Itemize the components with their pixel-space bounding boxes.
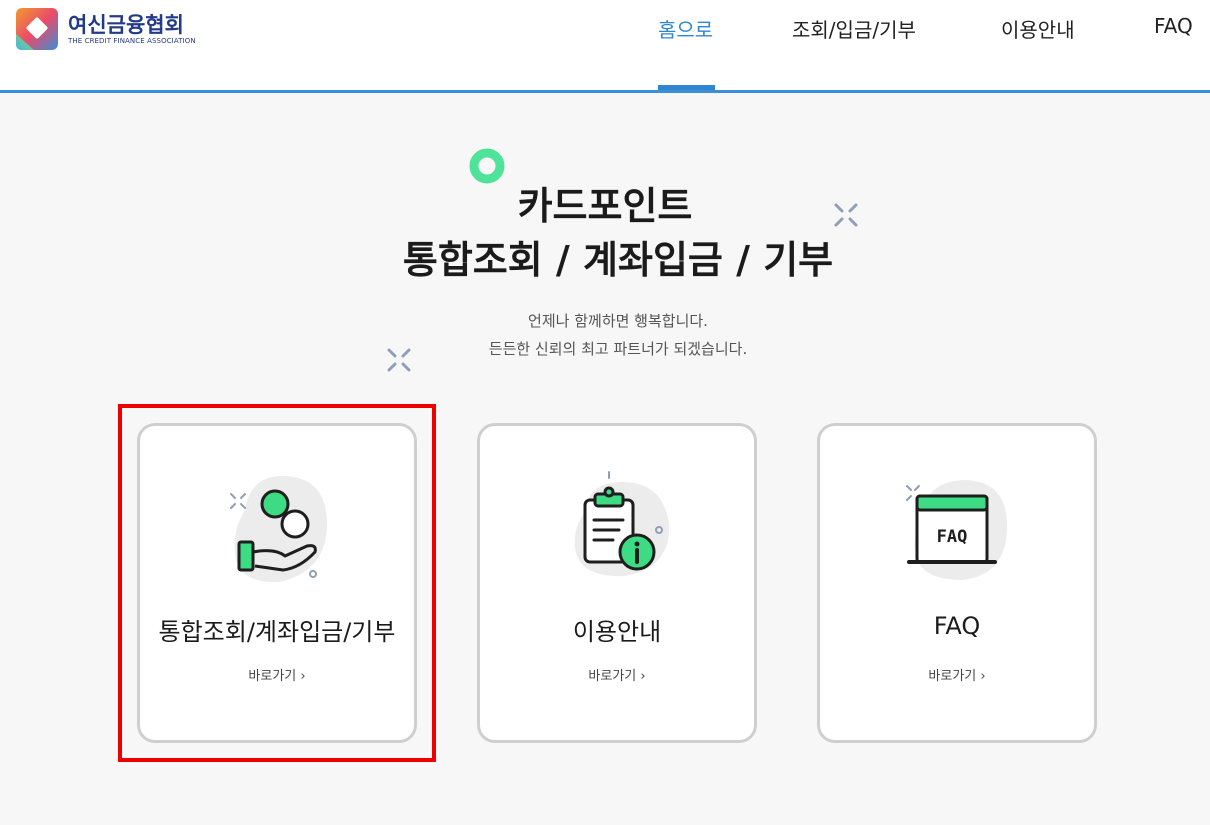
shortcut-link[interactable]: 바로가기 › [820,665,1094,684]
hero-subtitle-line1: 언제나 함께하면 행복합니다. [528,312,708,330]
clipboard-info-icon [574,471,670,577]
hero-title-line2: 통합조회 / 계좌입금 / 기부 [402,238,834,282]
shortcut-link[interactable]: 바로가기 › [480,665,754,684]
site-logo[interactable]: 여신금융협회 THE CREDIT FINANCE ASSOCIATION [16,8,196,50]
logo-mark-icon [16,8,58,50]
card-guide[interactable]: 이용안내 바로가기 › [477,423,757,743]
green-ring-icon [469,148,505,184]
logo-korean-text: 여신금융협회 [68,12,184,37]
logo-english-text: THE CREDIT FINANCE ASSOCIATION [68,36,196,45]
site-header: 여신금융협회 THE CREDIT FINANCE ASSOCIATION 홈으… [0,0,1210,93]
card-faq[interactable]: FAQ FAQ 바로가기 › [817,423,1097,743]
nav-guide[interactable]: 이용안내 [1001,14,1075,43]
hero-subtitle-line2: 든든한 신뢰의 최고 파트너가 되겠습니다. [488,340,748,358]
nav-home[interactable]: 홈으로 [658,14,713,43]
nav-active-indicator [658,85,715,90]
faq-icon-text: FAQ [937,527,968,547]
faq-screen-icon: FAQ [906,480,1008,580]
hero-title-line1: 카드포인트 [517,184,693,228]
selection-highlight-box [118,404,436,762]
card-title: FAQ [933,612,981,640]
nav-lookup-deposit-donate[interactable]: 조회/입금/기부 [792,14,916,43]
nav-faq[interactable]: FAQ [1154,14,1193,38]
card-title: 이용안내 [572,618,662,646]
